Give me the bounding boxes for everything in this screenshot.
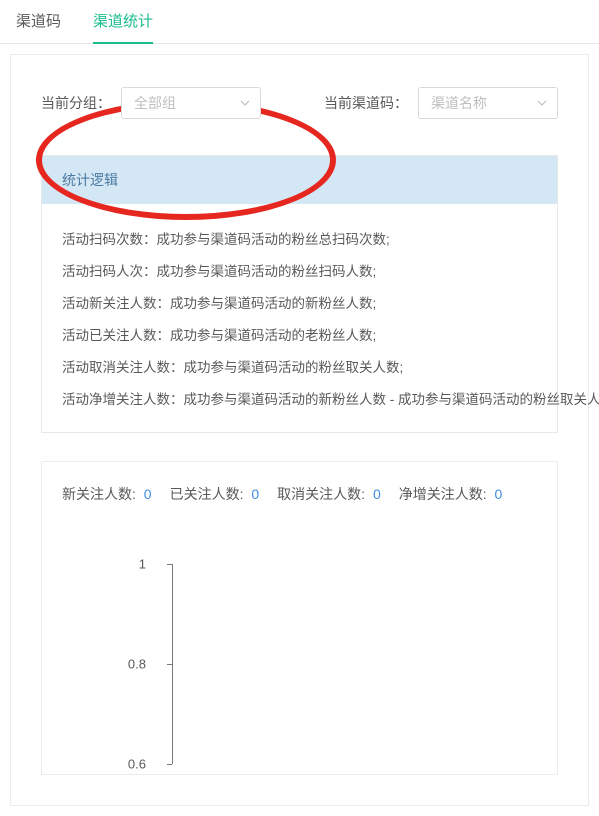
legend-cancel-label: 取消关注人数: [277,486,365,502]
logic-line: 活动取消关注人数：成功参与渠道码活动的粉丝取关人数; [62,350,537,382]
tab-channel-code[interactable]: 渠道码 [0,0,77,43]
stats-logic-body: 活动扫码次数：成功参与渠道码活动的粉丝总扫码次数; 活动扫码人次：成功参与渠道码… [42,204,557,432]
y-tick: 0.8 [116,657,146,672]
chevron-down-icon [537,98,547,108]
legend-exist: 已关注人数: 0 [170,484,260,504]
logic-line: 活动净增关注人数：成功参与渠道码活动的新粉丝人数 - 成功参与渠道码活动的粉丝取… [62,382,537,414]
group-select-value: 全部组 [134,93,176,113]
legend-new-label: 新关注人数: [62,486,136,502]
logic-line: 活动扫码次数：成功参与渠道码活动的粉丝总扫码次数; [62,222,537,254]
legend-new-value: 0 [144,486,152,502]
group-select[interactable]: 全部组 [121,87,261,119]
stats-logic-title: 统计逻辑 [42,156,557,204]
code-filter-label: 当前渠道码： [324,93,408,113]
y-tick: 1 [116,557,146,572]
legend-net-label: 净增关注人数: [399,486,487,502]
filter-bar: 当前分组： 全部组 当前渠道码： 渠道名称 [41,87,558,119]
legend-new: 新关注人数: 0 [62,484,152,504]
stats-logic-panel: 统计逻辑 活动扫码次数：成功参与渠道码活动的粉丝总扫码次数; 活动扫码人次：成功… [41,155,558,433]
logic-line: 活动新关注人数：成功参与渠道码活动的新粉丝人数; [62,286,537,318]
legend-net: 净增关注人数: 0 [399,484,503,504]
chart-area: 1 0.8 0.6 [152,564,537,764]
logic-line: 活动扫码人次：成功参与渠道码活动的粉丝扫码人数; [62,254,537,286]
y-tick: 0.6 [116,757,146,772]
group-filter-label: 当前分组： [41,93,111,113]
chart-y-axis [172,564,173,764]
legend-exist-label: 已关注人数: [170,486,244,502]
code-select-value: 渠道名称 [431,93,487,113]
legend-net-value: 0 [495,486,503,502]
code-select[interactable]: 渠道名称 [418,87,558,119]
legend-cancel: 取消关注人数: 0 [277,484,381,504]
chevron-down-icon [240,98,250,108]
chart-panel: 新关注人数: 0 已关注人数: 0 取消关注人数: 0 净增关注人数: 0 [41,461,558,775]
legend-exist-value: 0 [251,486,259,502]
logic-line: 活动已关注人数：成功参与渠道码活动的老粉丝人数; [62,318,537,350]
legend-cancel-value: 0 [373,486,381,502]
stats-card: 当前分组： 全部组 当前渠道码： 渠道名称 统计逻辑 活动扫码次数：成功参与渠道… [10,54,589,806]
tabs: 渠道码 渠道统计 [0,0,599,44]
chart-legend: 新关注人数: 0 已关注人数: 0 取消关注人数: 0 净增关注人数: 0 [62,484,537,504]
tab-channel-stats[interactable]: 渠道统计 [77,0,169,43]
